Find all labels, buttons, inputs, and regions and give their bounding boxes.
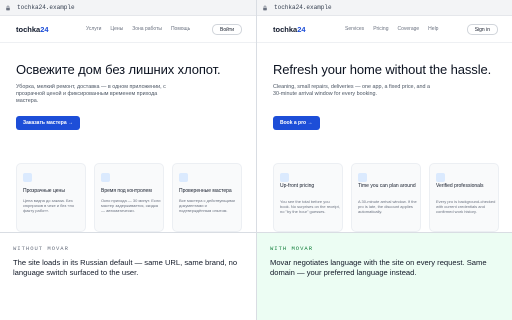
lock-icon — [263, 5, 267, 10]
browser-chrome: tochka24.example — [0, 0, 256, 16]
nav-item-coverage[interactable]: Зона работы — [132, 26, 162, 32]
feature-card: Прозрачные цены Цена видна до заказа. Бе… — [16, 163, 86, 232]
feature-title: Прозрачные цены — [23, 188, 65, 194]
address-bar[interactable]: tochka24.example — [17, 4, 75, 11]
feature-icon — [179, 173, 188, 182]
feature-text: Every pro is background-checked with cur… — [436, 199, 496, 215]
browser-chrome: tochka24.example — [257, 0, 512, 16]
caption-text: The site loads in its Russian default — … — [13, 258, 238, 277]
feature-card: Verified professionals Every pro is back… — [429, 163, 499, 232]
caption-with: WITH MOVAR Movar negotiates language wit… — [256, 232, 512, 320]
feature-icon — [358, 173, 367, 182]
hero-subtitle: Уборка, мелкий ремонт, доставка — в одно… — [16, 84, 166, 105]
nav-links: Services Pricing Coverage Help — [345, 26, 438, 32]
caption-text: Movar negotiates language with the site … — [270, 258, 487, 277]
nav-item-coverage[interactable]: Coverage — [397, 26, 419, 32]
site-header: tochka24 Услуги Цены Зона работы Помощь … — [0, 16, 256, 43]
feature-title: Verified professionals — [436, 183, 484, 189]
feature-text: You see the total before you book. No su… — [280, 199, 340, 215]
feature-card: Время под контролем Окно прихода — 30 ми… — [94, 163, 164, 232]
nav-item-pricing[interactable]: Pricing — [373, 26, 388, 32]
nav-item-services[interactable]: Услуги — [86, 26, 101, 32]
caption-without: WITHOUT MOVAR The site loads in its Russ… — [0, 232, 256, 320]
feature-title: Time you can plan around — [358, 183, 416, 189]
feature-cards: Прозрачные цены Цена видна до заказа. Бе… — [16, 163, 242, 232]
feature-icon — [23, 173, 32, 182]
comparison-screen: tochka24.example tochka24 Услуги Цены Зо… — [0, 0, 512, 320]
signin-button[interactable]: Sign in — [466, 24, 498, 35]
caption-label: WITH MOVAR — [270, 245, 314, 252]
feature-text: A 30-minute arrival window. If the pro i… — [358, 199, 417, 215]
feature-card: Time you can plan around A 30-minute arr… — [351, 163, 421, 232]
nav-item-help[interactable]: Help — [428, 26, 438, 32]
brand-logo[interactable]: tochka24 — [16, 25, 49, 34]
address-bar[interactable]: tochka24.example — [274, 4, 332, 11]
feature-text: Цена видна до заказа. Без сюрпризов в че… — [23, 198, 75, 214]
feature-icon — [101, 173, 110, 182]
feature-icon — [280, 173, 289, 182]
lock-icon — [6, 5, 10, 10]
book-pro-button[interactable]: Book a pro → — [273, 116, 320, 130]
feature-card: Проверенные мастера Все мастера с действ… — [172, 163, 242, 232]
nav-links: Услуги Цены Зона работы Помощь — [86, 26, 190, 32]
feature-text: Все мастера с действующими документами и… — [179, 198, 235, 214]
book-pro-button[interactable]: Заказать мастера → — [16, 116, 81, 130]
nav-item-pricing[interactable]: Цены — [110, 26, 123, 32]
feature-text: Окно прихода — 30 минут. Если мастер зад… — [101, 198, 161, 214]
hero-title: Освежите дом без лишних хлопот. — [16, 62, 221, 77]
nav-item-services[interactable]: Services — [345, 26, 364, 32]
signin-button[interactable]: Войти — [212, 24, 242, 35]
caption-label: WITHOUT MOVAR — [13, 245, 69, 252]
feature-title: Время под контролем — [101, 188, 152, 194]
feature-cards: Up-front pricing You see the total befor… — [273, 163, 499, 232]
feature-title: Проверенные мастера — [179, 188, 232, 194]
browser-pane-without: tochka24.example tochka24 Услуги Цены Зо… — [0, 0, 256, 232]
hero-title: Refresh your home without the hassle. — [273, 62, 492, 77]
hero-subtitle: Cleaning, small repairs, deliveries — on… — [273, 84, 431, 98]
nav-item-help[interactable]: Помощь — [171, 26, 190, 32]
brand-logo[interactable]: tochka24 — [273, 25, 306, 34]
feature-icon — [436, 173, 445, 182]
browser-pane-with: tochka24.example tochka24 Services Prici… — [256, 0, 512, 232]
feature-title: Up-front pricing — [280, 183, 315, 189]
site-header: tochka24 Services Pricing Coverage Help … — [257, 16, 512, 43]
feature-card: Up-front pricing You see the total befor… — [273, 163, 343, 232]
